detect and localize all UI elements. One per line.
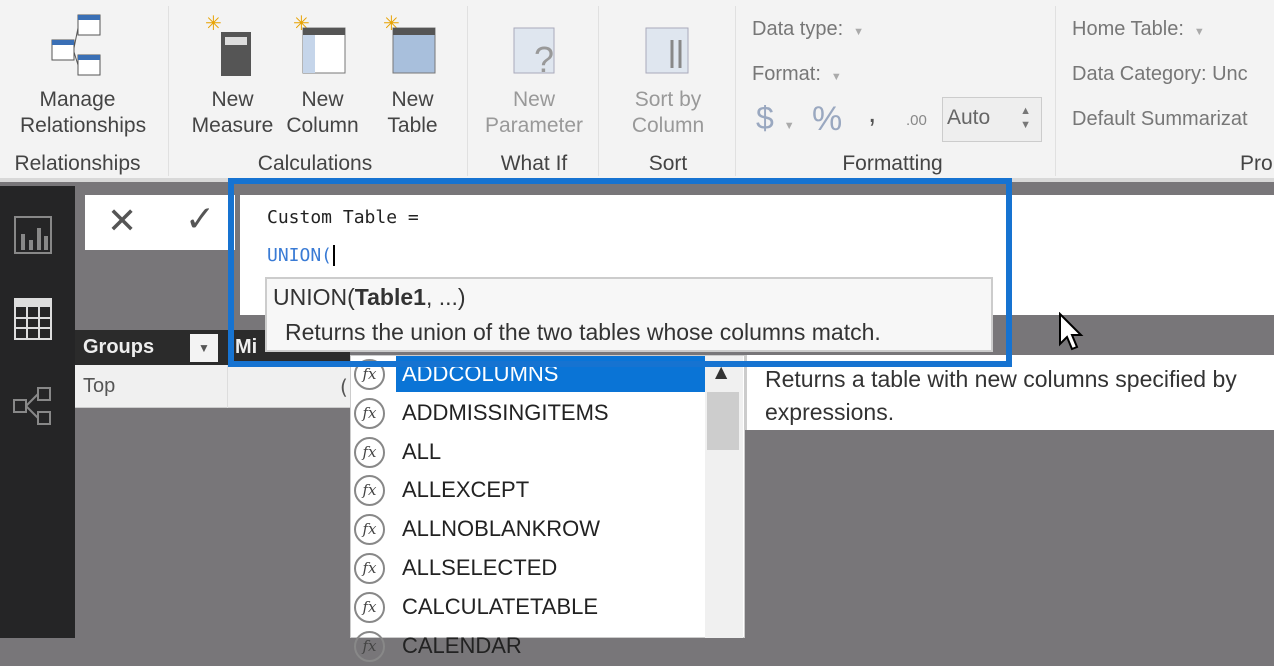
group-formatting: Formatting (842, 152, 943, 175)
data-type-label: Data type: (752, 18, 844, 40)
data-type-dropdown[interactable]: Data type: ▼ (752, 18, 864, 41)
default-summarization-dropdown[interactable]: Default Summarizat (1072, 108, 1248, 131)
currency-icon: $ (756, 100, 774, 136)
autocomplete-list: fx ADDCOLUMNS fx ADDMISSINGITEMS fx ALL fx ALLE… (350, 355, 745, 662)
autocomplete-item-label: ADDMISSINGITEMS (402, 399, 609, 425)
autocomplete-item[interactable]: fx ALLSELECTED (351, 550, 706, 588)
autocomplete-item-label: ALL (402, 438, 442, 464)
new-parameter-button[interactable]: ? New Parameter (478, 10, 590, 139)
currency-button[interactable]: $ ▼ (756, 100, 795, 137)
autocomplete-item[interactable]: fx ALL (351, 434, 706, 472)
sort-icon (645, 27, 689, 74)
table-row: Top ( (75, 365, 350, 408)
new-table-button[interactable]: ✳ New Table (370, 10, 455, 139)
percent-button[interactable]: % (812, 100, 842, 139)
group-sort: Sort (648, 152, 688, 175)
function-icon: fx (354, 553, 385, 584)
home-table-label: Home Table: (1072, 18, 1184, 40)
view-sidebar (0, 186, 75, 638)
home-table-dropdown[interactable]: Home Table: ▼ (1072, 18, 1205, 41)
function-icon: fx (354, 397, 385, 429)
table-cell: Top (83, 375, 116, 397)
chevron-down-icon: ▼ (1193, 26, 1205, 38)
new-table-icon: ✳ (383, 13, 435, 74)
autocomplete-item-label: ALLSELECTED (402, 555, 558, 580)
chevron-down-icon: ▼ (830, 71, 842, 83)
autocomplete-item[interactable]: fx ALLNOBLANKROW (351, 511, 706, 549)
autocomplete-item[interactable]: fx ALLEXCEPT (351, 472, 706, 510)
format-label: Format: (752, 63, 821, 85)
decimal-places-stepper[interactable]: Auto ▲ ▼ (942, 97, 1042, 142)
new-column-label: New Column (286, 88, 359, 137)
group-properties: Pro (1240, 152, 1273, 175)
column-header-groups[interactable]: Groups (83, 336, 154, 359)
format-dropdown[interactable]: Format: ▼ (752, 63, 842, 86)
formula-actions: ✕ ✓ (85, 195, 235, 250)
autocomplete-scrollbar[interactable]: ▲ (705, 356, 743, 638)
function-icon: fx (354, 514, 385, 546)
chevron-down-icon: ▼ (853, 26, 865, 38)
autocomplete-item-label: ALLEXCEPT (402, 477, 530, 503)
group-relationships: Relationships (14, 152, 141, 175)
comma-button[interactable]: , (868, 96, 876, 130)
autocomplete-item-label: CALENDAR (402, 632, 522, 658)
highlight-box (228, 178, 1012, 367)
new-column-icon: ✳ (293, 13, 345, 74)
new-table-label: New Table (387, 88, 438, 137)
new-parameter-label: New Parameter (484, 88, 584, 137)
autocomplete-item[interactable]: fx CALCULATETABLE (351, 589, 706, 627)
decimals-button[interactable]: .00 (906, 112, 927, 129)
autocomplete-item-label: ALLNOBLANKROW (402, 516, 601, 542)
scrollbar-thumb[interactable] (707, 392, 739, 450)
new-measure-button[interactable]: ✳ New Measure (190, 10, 275, 139)
svg-text:✳: ✳ (205, 13, 222, 35)
group-what-if: What If (500, 152, 568, 175)
sort-by-column-button[interactable]: Sort by Column (608, 10, 728, 139)
function-icon: fx (354, 591, 385, 623)
new-column-button[interactable]: ✳ New Column (280, 10, 365, 139)
calculator-icon: ✳ (205, 13, 251, 76)
cancel-formula-button[interactable]: ✕ (107, 201, 137, 242)
relationships-icon (51, 14, 100, 76)
parameter-icon: ? (513, 27, 555, 80)
new-measure-label: New Measure (191, 88, 274, 137)
function-icon: fx (354, 630, 385, 662)
report-view-icon[interactable] (14, 216, 52, 254)
mouse-cursor-icon (1059, 312, 1084, 351)
autocomplete-item-label: CALCULATETABLE (402, 593, 599, 619)
group-calculations: Calculations (257, 152, 373, 175)
auto-value: Auto (947, 106, 991, 129)
autocomplete-item[interactable]: fx CALENDAR (351, 628, 706, 666)
manage-relationships-button[interactable]: Manage Relationships (20, 10, 147, 139)
sort-by-column-label: Sort by Column (631, 88, 705, 137)
data-category-dropdown[interactable]: Data Category: Unc (1072, 63, 1248, 86)
function-icon: fx (354, 475, 385, 507)
filter-dropdown-icon[interactable]: ▼ (190, 334, 218, 362)
data-view-icon[interactable] (14, 298, 52, 340)
stepper-arrows-icon[interactable]: ▲ ▼ (1020, 104, 1031, 132)
commit-formula-button[interactable]: ✓ (185, 199, 215, 240)
manage-relationships-label: Manage Relationships (20, 88, 147, 137)
autocomplete-item[interactable]: fx ADDMISSINGITEMS (351, 395, 706, 433)
svg-text:?: ? (534, 39, 554, 80)
model-view-icon[interactable] (12, 386, 54, 426)
ribbon: Manage Relationships ✳ New Measure ✳ New… (0, 0, 1274, 182)
function-icon: fx (354, 436, 385, 468)
table-cell: ( (340, 375, 348, 399)
